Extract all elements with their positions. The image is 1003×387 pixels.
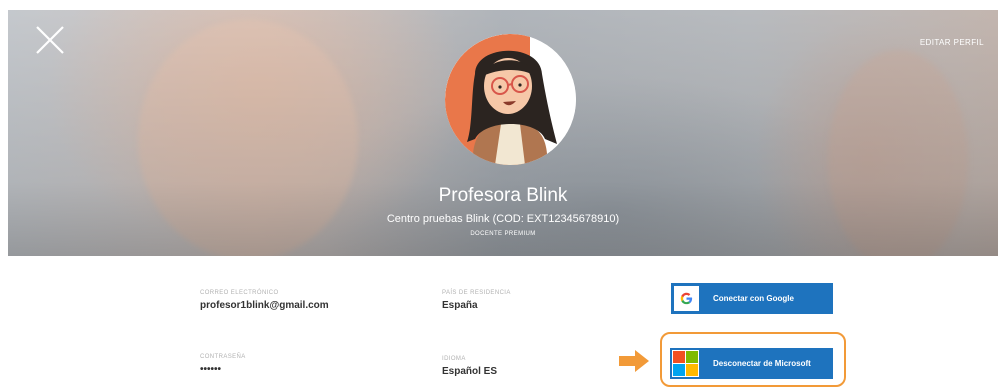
arrow-right-icon	[619, 350, 649, 372]
disconnect-microsoft-button[interactable]: Desconectar de Microsoft	[670, 348, 833, 379]
google-logo-icon	[674, 286, 699, 311]
country-field: PAÍS DE RESIDENCIA España	[442, 290, 511, 311]
password-field: CONTRASEÑA ••••••	[200, 354, 246, 375]
connect-google-label: Conectar con Google	[713, 294, 794, 303]
profile-name: Profesora Blink	[438, 185, 568, 206]
language-value: Español ES	[442, 366, 498, 377]
connect-google-button[interactable]: Conectar con Google	[671, 283, 833, 314]
background-hand-right	[828, 50, 968, 256]
premium-badge: DOCENTE PREMIUM	[470, 231, 536, 237]
edit-profile-link[interactable]: EDITAR PERFIL	[920, 38, 984, 47]
profile-header: EDITAR PERFIL Profesora Blink Centro pru…	[8, 10, 998, 256]
close-icon[interactable]	[34, 24, 66, 56]
email-field: CORREO ELECTRÓNICO profesor1blink@gmail.…	[200, 290, 329, 311]
disconnect-microsoft-label: Desconectar de Microsoft	[713, 359, 811, 368]
profile-school: Centro pruebas Blink (COD: EXT1234567891…	[386, 213, 620, 225]
password-label: CONTRASEÑA	[200, 354, 246, 360]
avatar	[445, 34, 576, 165]
email-value: profesor1blink@gmail.com	[200, 300, 329, 311]
country-value: España	[442, 300, 478, 311]
language-field: IDIOMA Español ES	[442, 356, 497, 377]
password-value: ••••••	[200, 364, 222, 375]
language-label: IDIOMA	[442, 356, 466, 362]
country-label: PAÍS DE RESIDENCIA	[442, 290, 511, 296]
microsoft-logo-icon	[672, 350, 699, 377]
email-label: CORREO ELECTRÓNICO	[200, 290, 279, 296]
